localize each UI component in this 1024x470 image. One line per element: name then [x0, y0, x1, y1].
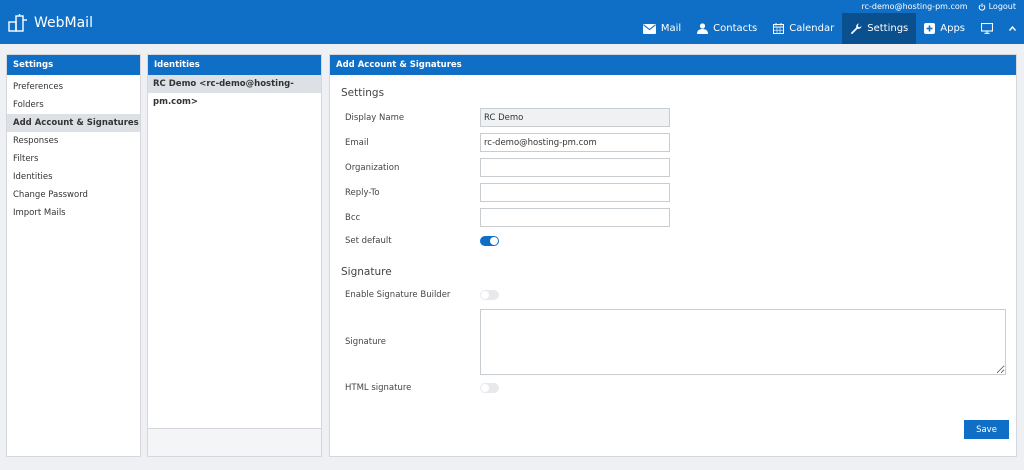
nav-contacts-label: Contacts — [713, 23, 758, 34]
settings-panel-title: Settings — [7, 55, 140, 75]
main-panel: Add Account & Signatures Settings Displa… — [329, 54, 1017, 457]
nav-display[interactable] — [973, 13, 1001, 44]
signature-textarea[interactable] — [480, 309, 1006, 375]
settings-panel: Settings Preferences Folders Add Account… — [6, 54, 141, 457]
wrench-icon — [851, 23, 862, 34]
reply-to-label: Reply-To — [345, 188, 380, 198]
enable-builder-toggle[interactable] — [480, 290, 499, 300]
email-label: Email — [345, 138, 369, 148]
envelope-icon — [642, 23, 656, 34]
nav-apps[interactable]: Apps — [916, 13, 973, 44]
bcc-label: Bcc — [345, 213, 361, 223]
set-default-toggle[interactable] — [480, 236, 499, 246]
enable-builder-label: Enable Signature Builder — [345, 290, 451, 300]
organization-label: Organization — [345, 163, 400, 173]
nav-mail[interactable]: Mail — [635, 13, 689, 44]
settings-item-change-password[interactable]: Change Password — [7, 186, 140, 204]
settings-menu: Preferences Folders Add Account & Signat… — [7, 75, 140, 222]
main-panel-title: Add Account & Signatures — [330, 55, 1016, 75]
plus-square-icon — [924, 23, 936, 34]
display-name-label: Display Name — [345, 113, 405, 123]
nav-settings[interactable]: Settings — [842, 13, 917, 44]
nav-contacts[interactable]: Contacts — [689, 13, 765, 44]
settings-item-add-account[interactable]: Add Account & Signatures — [7, 114, 140, 132]
power-icon — [978, 2, 985, 11]
settings-section-title: Settings — [341, 87, 385, 99]
main-nav: Mail Contacts Calendar Settings Apps — [635, 13, 1024, 44]
logout-button[interactable]: Logout — [978, 2, 1016, 11]
save-button[interactable]: Save — [964, 420, 1009, 439]
monitor-icon — [981, 23, 993, 34]
nav-calendar-label: Calendar — [789, 23, 835, 34]
identities-footer — [148, 428, 321, 456]
nav-collapse[interactable] — [1001, 13, 1024, 44]
nav-mail-label: Mail — [660, 23, 682, 34]
settings-item-responses[interactable]: Responses — [7, 132, 140, 150]
user-bar: rc-demo@hosting-pm.com Logout — [861, 2, 1016, 11]
settings-item-identities[interactable]: Identities — [7, 168, 140, 186]
settings-item-import-mails[interactable]: Import Mails — [7, 204, 140, 222]
display-name-input[interactable] — [480, 108, 670, 127]
identity-row[interactable]: RC Demo <rc-demo@hosting-pm.com> — [148, 75, 321, 107]
settings-item-filters[interactable]: Filters — [7, 150, 140, 168]
calendar-icon — [773, 23, 785, 34]
reply-to-input[interactable] — [480, 183, 670, 202]
user-email: rc-demo@hosting-pm.com — [861, 2, 968, 11]
app-name: WebMail — [34, 15, 93, 31]
signature-label: Signature — [345, 337, 387, 347]
person-icon — [697, 23, 709, 34]
nav-apps-label: Apps — [940, 23, 965, 34]
identities-panel-title: Identities — [148, 55, 321, 75]
settings-item-folders[interactable]: Folders — [7, 96, 140, 114]
identities-panel: Identities RC Demo <rc-demo@hosting-pm.c… — [147, 54, 322, 457]
html-signature-toggle[interactable] — [480, 383, 499, 393]
html-signature-label: HTML signature — [345, 383, 412, 393]
chevron-up-icon — [1009, 26, 1016, 31]
settings-item-preferences[interactable]: Preferences — [7, 78, 140, 96]
app-logo[interactable]: WebMail — [8, 14, 93, 32]
nav-calendar[interactable]: Calendar — [765, 13, 842, 44]
signature-section-title: Signature — [341, 266, 392, 278]
top-bar: rc-demo@hosting-pm.com Logout WebMail Ma… — [0, 0, 1024, 44]
nav-settings-label: Settings — [867, 23, 909, 34]
logout-label: Logout — [988, 2, 1016, 11]
email-input[interactable] — [480, 133, 670, 152]
set-default-label: Set default — [345, 236, 392, 246]
webmail-logo-icon — [8, 14, 27, 32]
bcc-input[interactable] — [480, 208, 670, 227]
organization-input[interactable] — [480, 158, 670, 177]
